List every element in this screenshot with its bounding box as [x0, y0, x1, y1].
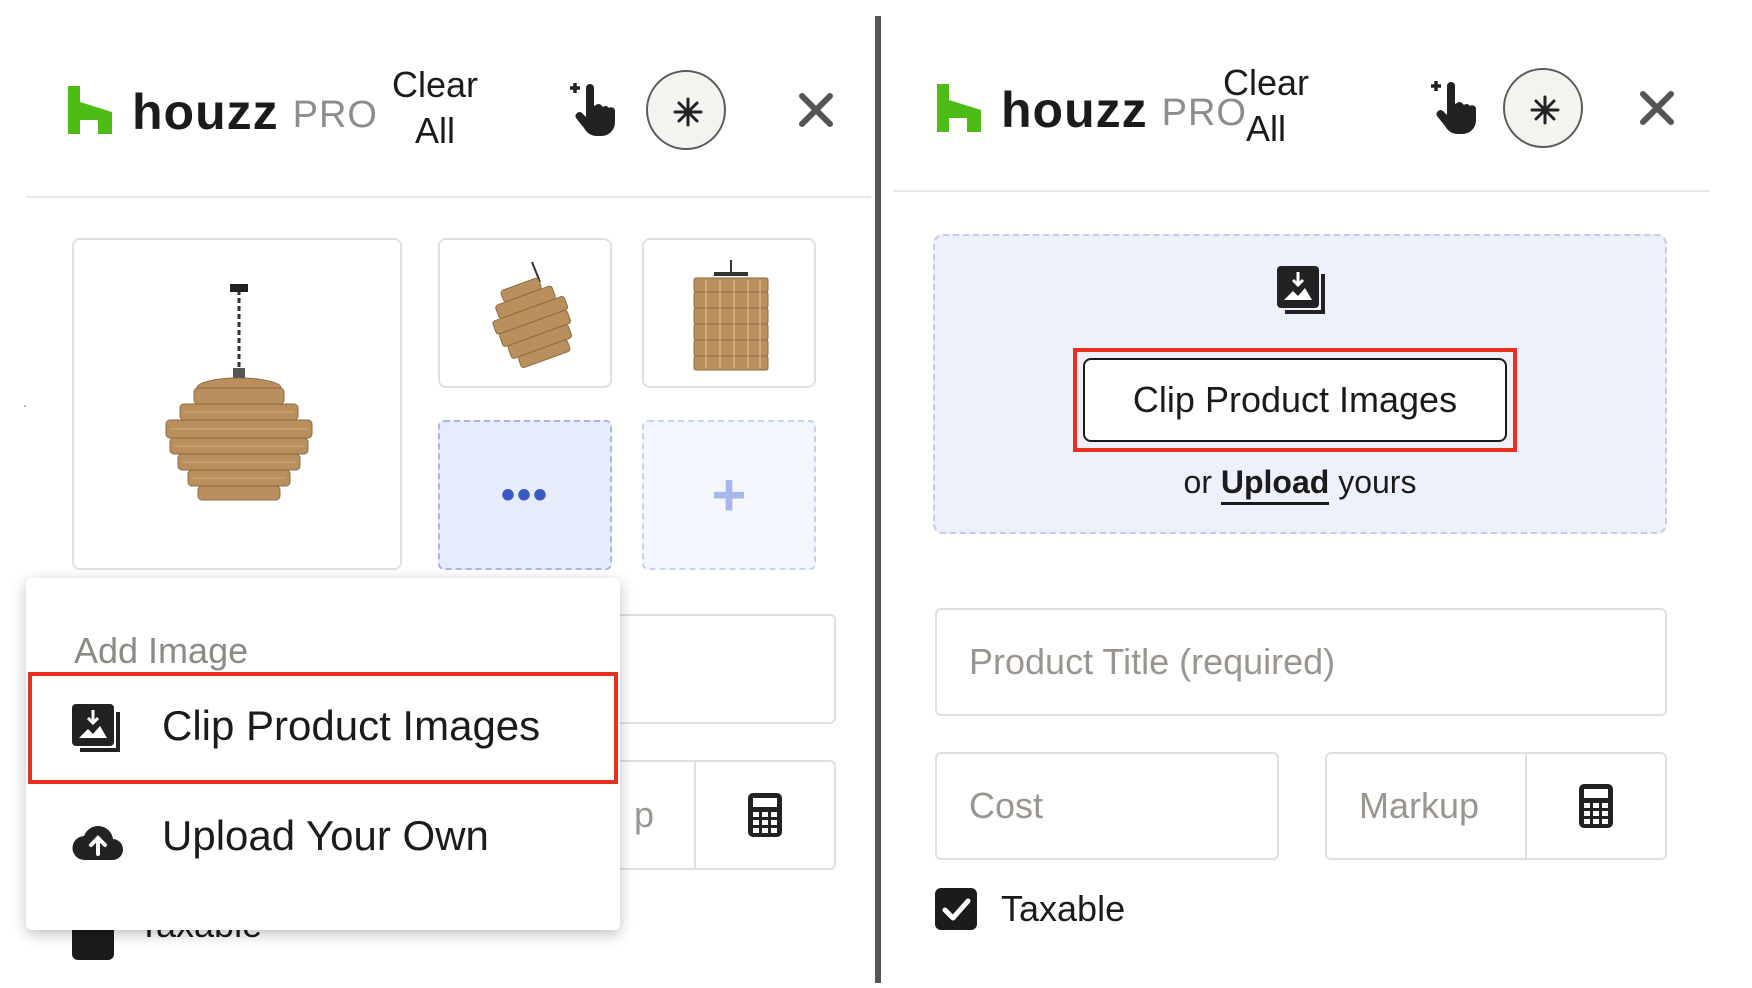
add-image-menu: Add Image Clip Product Images Upload You… [26, 578, 620, 930]
markup-field[interactable] [1325, 752, 1667, 860]
brand-suffix: PRO [292, 94, 378, 136]
markup-calculator-button[interactable] [1525, 754, 1665, 858]
more-images-button[interactable]: ••• [438, 420, 612, 570]
upload-link[interactable]: Upload [1220, 464, 1330, 505]
cost-field[interactable] [935, 752, 1279, 860]
clip-image-icon [1277, 266, 1325, 314]
calculator-icon [748, 793, 782, 837]
taxable-label: Taxable [1001, 888, 1126, 929]
panel-divider [875, 16, 881, 983]
houzz-pro-logo: houzz PRO [68, 84, 378, 140]
upload-prefix: or [1183, 464, 1212, 500]
clear-all-button[interactable]: Clear All [380, 62, 490, 154]
sparkle-icon [673, 97, 703, 127]
clear-all-label-line1: Clear [391, 64, 479, 105]
sparkle-button[interactable] [646, 70, 726, 150]
upload-prompt: or Upload yours [935, 464, 1665, 505]
upload-suffix: yours [1338, 464, 1417, 500]
highlight-clip-menu-item [28, 672, 618, 784]
close-icon[interactable] [796, 90, 836, 130]
product-image-thumbnail-1[interactable] [438, 238, 612, 388]
markup-input[interactable] [1327, 754, 1531, 858]
add-image-tile[interactable]: + [642, 420, 816, 570]
checkmark-icon [942, 898, 971, 921]
product-title-field-partial[interactable] [606, 614, 836, 724]
houzz-logo-icon [68, 86, 112, 134]
highlight-clip-button [1073, 348, 1517, 452]
houzz-pro-logo: houzz PRO [937, 82, 1247, 138]
cost-input[interactable] [937, 754, 1277, 858]
markup-field-partial[interactable]: p [606, 760, 836, 870]
calculator-icon [1579, 784, 1613, 828]
menu-item-upload-label: Upload Your Own [162, 812, 489, 859]
clear-all-label-line1: Clear [1222, 62, 1310, 103]
sparkle-button[interactable] [1503, 68, 1583, 148]
header: houzz PRO Clear All [26, 0, 871, 198]
add-image-menu-title: Add Image [74, 630, 249, 671]
clear-all-label-line2: All [414, 110, 455, 151]
clear-all-button[interactable]: Clear All [1211, 60, 1321, 152]
main-product-image[interactable] [72, 238, 402, 570]
brand-name: houzz [132, 84, 279, 140]
left-panel: houzz PRO Clear All ••• + p Add Image Cl… [26, 0, 871, 988]
header: houzz PRO Clear All [893, 0, 1709, 192]
houzz-logo-icon [937, 84, 981, 132]
brand-name: houzz [1001, 82, 1148, 138]
pendant-light-angle-image [492, 261, 572, 369]
pendant-light-front-image [693, 260, 769, 371]
image-drop-zone[interactable]: Clip Product Images or Upload yours [933, 234, 1667, 534]
markup-placeholder-partial: p [634, 794, 655, 835]
more-dots-icon: ••• [500, 473, 550, 517]
clear-all-label-line2: All [1245, 108, 1286, 149]
menu-item-upload-your-own[interactable]: Upload Your Own [26, 786, 620, 896]
product-title-input[interactable] [937, 610, 1665, 714]
tap-select-icon[interactable] [566, 82, 620, 138]
taxable-checkbox[interactable] [935, 888, 977, 930]
plus-icon: + [711, 461, 747, 529]
pendant-light-image [165, 284, 313, 501]
product-title-field[interactable] [935, 608, 1667, 716]
close-icon[interactable] [1637, 88, 1677, 128]
product-image-thumbnail-2[interactable] [642, 238, 816, 388]
tap-select-icon[interactable] [1427, 80, 1481, 136]
sparkle-icon [1530, 95, 1560, 125]
cloud-upload-icon [72, 826, 124, 861]
right-panel: houzz PRO Clear All Clip Product Images … [893, 0, 1733, 988]
markup-calculator-button[interactable] [694, 762, 834, 868]
